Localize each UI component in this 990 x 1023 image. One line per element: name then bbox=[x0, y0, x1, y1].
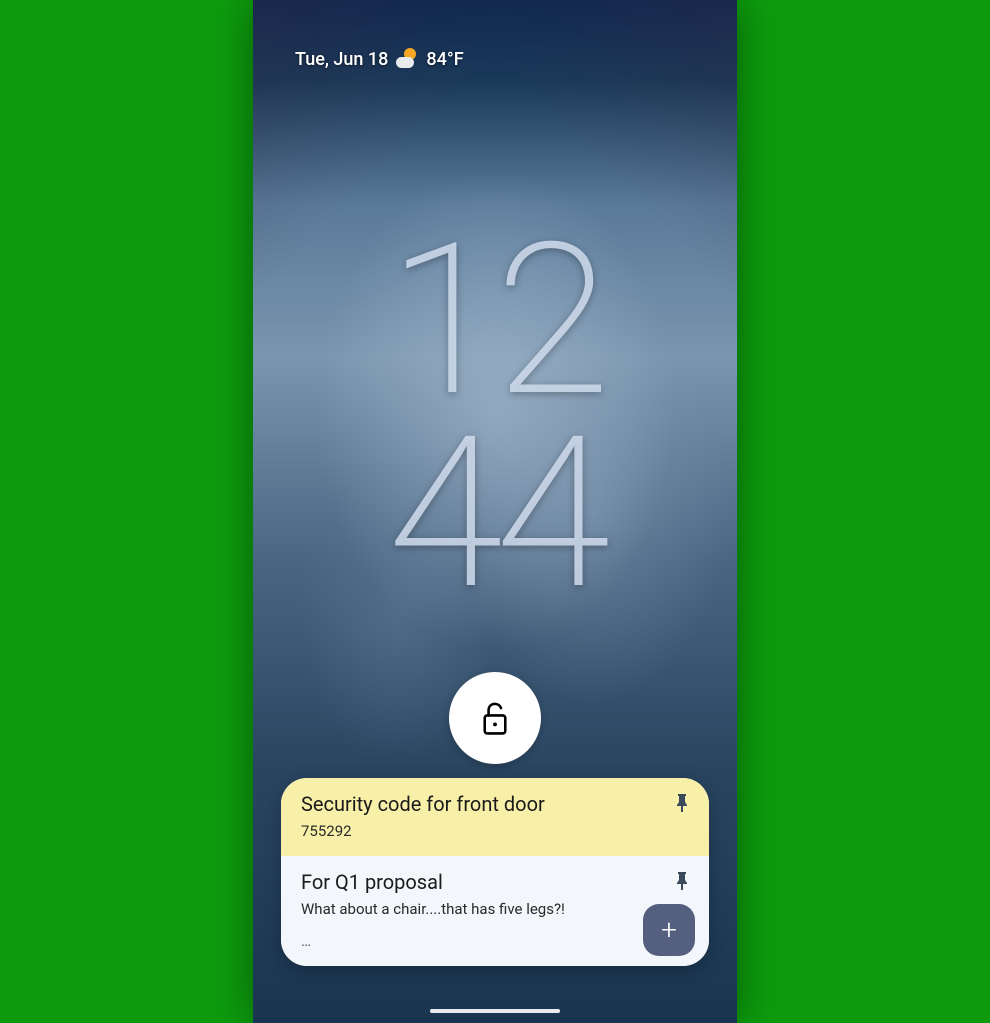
plus-icon: + bbox=[661, 916, 677, 944]
notes-widget[interactable]: Security code for front door 755292 For … bbox=[281, 778, 709, 966]
clock-widget[interactable]: 12 44 bbox=[253, 225, 737, 611]
note-body: What about a chair....that has five legs… bbox=[301, 900, 689, 918]
note-title: For Q1 proposal bbox=[301, 870, 689, 894]
date-label: Tue, Jun 18 bbox=[295, 49, 388, 70]
note-item[interactable]: Security code for front door 755292 bbox=[281, 778, 709, 856]
clock-hour: 12 bbox=[253, 225, 737, 418]
clock-minute: 44 bbox=[253, 418, 737, 611]
weather-partly-cloudy-icon bbox=[396, 48, 418, 70]
note-item[interactable]: For Q1 proposal What about a chair....th… bbox=[281, 856, 709, 966]
home-indicator[interactable] bbox=[430, 1009, 560, 1013]
unlock-icon bbox=[479, 700, 511, 736]
pin-icon bbox=[675, 794, 689, 816]
note-more: … bbox=[301, 932, 689, 950]
add-note-button[interactable]: + bbox=[643, 904, 695, 956]
pin-icon bbox=[675, 872, 689, 894]
phone-lockscreen: Tue, Jun 18 84°F 12 44 Security code for… bbox=[253, 0, 737, 1023]
temperature-label: 84°F bbox=[426, 49, 463, 70]
status-row[interactable]: Tue, Jun 18 84°F bbox=[295, 48, 464, 70]
note-body: 755292 bbox=[301, 822, 689, 840]
note-title: Security code for front door bbox=[301, 792, 689, 816]
unlock-button[interactable] bbox=[449, 672, 541, 764]
